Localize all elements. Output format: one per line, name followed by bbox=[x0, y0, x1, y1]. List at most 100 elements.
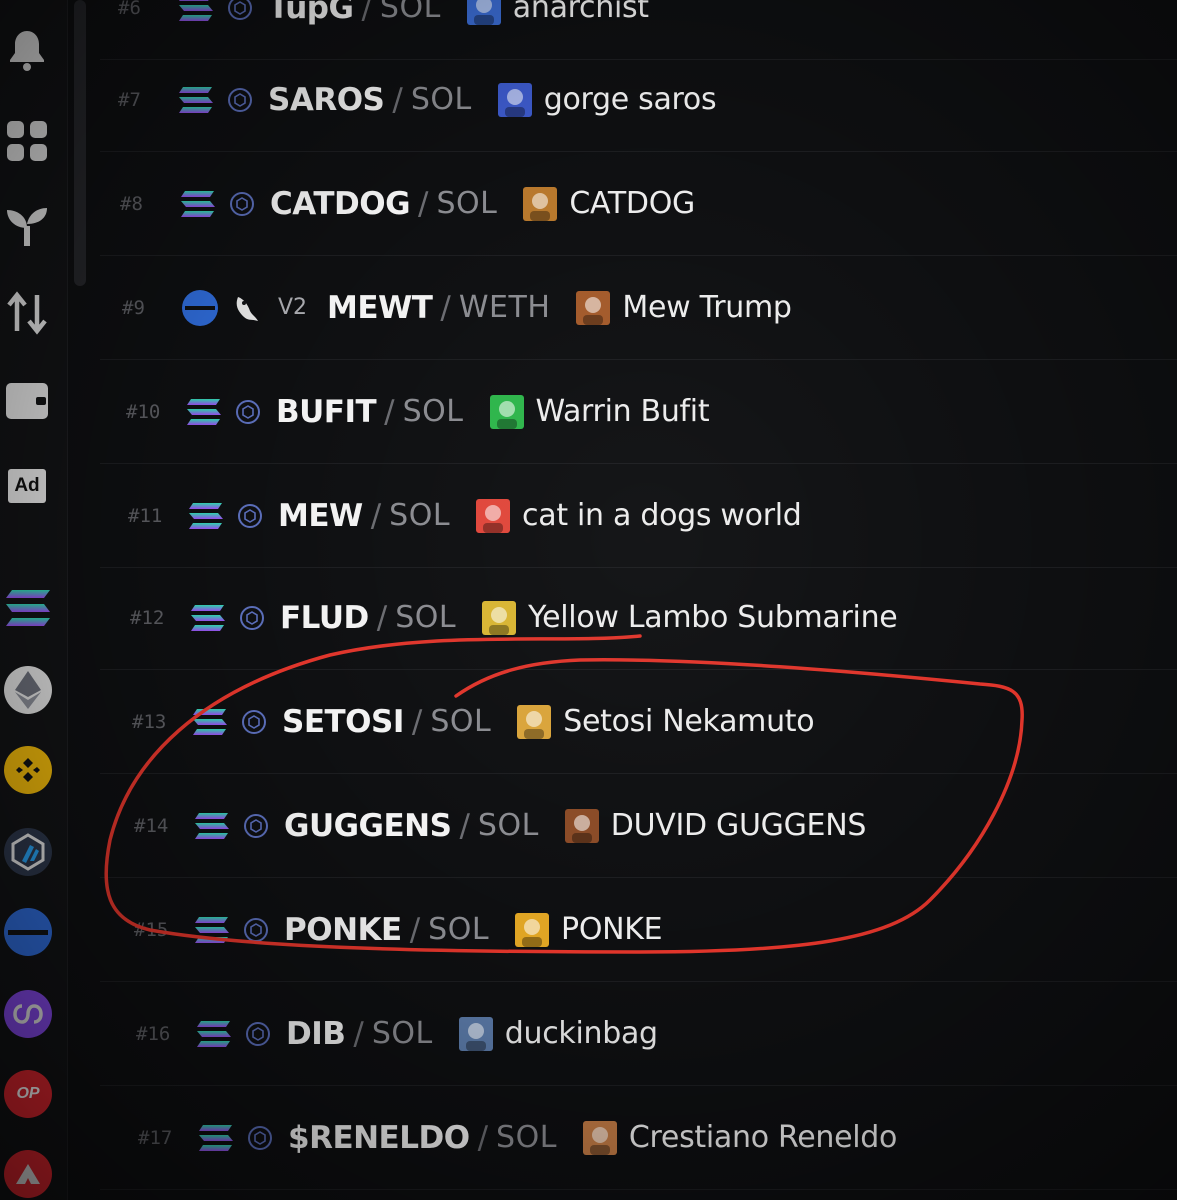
pair-separator: / bbox=[392, 81, 403, 118]
ad-icon[interactable]: Ad bbox=[4, 463, 50, 509]
quote-token-symbol: SOL bbox=[436, 186, 498, 221]
quote-token-symbol: SOL bbox=[477, 808, 539, 843]
base-chain-icon bbox=[182, 289, 218, 326]
pair-rank: #15 bbox=[134, 918, 169, 941]
solana-chain-icon bbox=[195, 916, 229, 943]
base-token-symbol: SAROS bbox=[268, 81, 385, 118]
polygon-icon[interactable] bbox=[4, 990, 52, 1038]
pair-row[interactable]: #10 BUFIT / SOL Warrin Bufit bbox=[100, 360, 1177, 464]
pair-rank: #12 bbox=[130, 606, 165, 629]
pair-rank: #8 bbox=[120, 192, 143, 215]
pair-rank: #14 bbox=[134, 814, 169, 837]
raydium-dex-icon bbox=[242, 709, 266, 734]
sprout-icon[interactable] bbox=[4, 202, 50, 248]
swap-arrows-icon[interactable] bbox=[4, 290, 50, 336]
quote-token-symbol: SOL bbox=[395, 600, 457, 635]
pair-row[interactable]: #16 DIB / SOL duckinbag bbox=[100, 982, 1177, 1086]
pair-list: #6 TupG / SOL anarchist #7 SAROS / SOL gorge saro… bbox=[100, 0, 1177, 1200]
grid-icon[interactable] bbox=[4, 118, 50, 164]
pair-separator: / bbox=[411, 703, 423, 740]
solana-chain-icon bbox=[179, 86, 213, 113]
pair-row[interactable]: #9 V2 MEWT / WETH Mew Trump bbox=[100, 256, 1177, 360]
pair-rank: #13 bbox=[132, 710, 167, 733]
pair-rank: #16 bbox=[136, 1022, 171, 1045]
optimism-icon[interactable]: OP bbox=[4, 1070, 52, 1118]
token-name: CATDOG bbox=[569, 186, 695, 221]
token-logo-icon bbox=[497, 82, 532, 117]
uniswap-icon bbox=[236, 296, 258, 321]
pair-rank: #7 bbox=[118, 88, 141, 111]
base-token-symbol: GUGGENS bbox=[284, 807, 452, 844]
base-icon[interactable] bbox=[4, 908, 52, 956]
quote-token-symbol: SOL bbox=[410, 82, 472, 117]
token-name: Mew Trump bbox=[622, 290, 792, 325]
raydium-dex-icon bbox=[228, 87, 252, 112]
pair-separator: / bbox=[477, 1119, 489, 1156]
token-name: Warrin Bufit bbox=[535, 394, 710, 429]
token-logo-icon bbox=[458, 1016, 493, 1051]
pair-row[interactable]: #12 FLUD / SOL Yellow Lambo Submarine bbox=[100, 566, 1177, 670]
pair-separator: / bbox=[418, 185, 429, 222]
base-token-symbol: SETOSI bbox=[282, 703, 404, 740]
pair-row[interactable]: #8 CATDOG / SOL CATDOG bbox=[100, 152, 1177, 256]
solana-chain-icon bbox=[197, 1020, 231, 1047]
token-name: gorge saros bbox=[543, 82, 717, 117]
pair-rank: #6 bbox=[118, 0, 141, 19]
base-token-symbol: BUFIT bbox=[276, 393, 377, 430]
raydium-dex-icon bbox=[230, 191, 254, 216]
raydium-dex-icon bbox=[244, 813, 268, 838]
raydium-dex-icon bbox=[244, 917, 268, 942]
bell-icon[interactable] bbox=[4, 27, 50, 73]
token-logo-icon bbox=[476, 498, 511, 533]
quote-token-symbol: SOL bbox=[402, 394, 464, 429]
pair-row[interactable]: #15 PONKE / SOL PONKE bbox=[100, 878, 1177, 982]
raydium-dex-icon bbox=[240, 605, 264, 630]
pair-row[interactable]: #13 SETOSI / SOL Setosi Nekamuto bbox=[100, 670, 1177, 774]
quote-token-symbol: SOL bbox=[430, 704, 492, 739]
pair-separator: / bbox=[440, 289, 451, 326]
token-logo-icon bbox=[576, 290, 611, 325]
base-token-symbol: DIB bbox=[286, 1015, 346, 1052]
solana-chain-icon bbox=[187, 398, 221, 425]
ad-label: Ad bbox=[8, 469, 46, 503]
token-name: Setosi Nekamuto bbox=[563, 704, 815, 739]
raydium-dex-icon bbox=[228, 0, 252, 20]
token-name: DUVID GUGGENS bbox=[610, 808, 867, 843]
token-name: anarchist bbox=[512, 0, 649, 25]
token-name: Crestiano Reneldo bbox=[628, 1120, 898, 1155]
pair-separator: / bbox=[384, 393, 395, 430]
quote-token-symbol: SOL bbox=[496, 1120, 557, 1155]
solana-icon[interactable] bbox=[4, 584, 52, 632]
pair-row[interactable]: #7 SAROS / SOL gorge saros bbox=[100, 48, 1177, 152]
sidebar: Ad OP bbox=[0, 0, 68, 1200]
quote-token-symbol: WETH bbox=[458, 290, 551, 325]
pair-rank: #17 bbox=[138, 1126, 173, 1149]
scrollbar-thumb[interactable] bbox=[74, 0, 86, 286]
pair-rank: #10 bbox=[126, 400, 161, 423]
base-token-symbol: FLUD bbox=[280, 599, 369, 636]
solana-chain-icon bbox=[195, 812, 229, 839]
token-logo-icon bbox=[489, 394, 524, 429]
token-name: duckinbag bbox=[504, 1016, 658, 1051]
pair-separator: / bbox=[409, 911, 421, 948]
base-token-symbol: CATDOG bbox=[270, 185, 411, 222]
optimism-label: OP bbox=[16, 1085, 40, 1102]
avalanche-icon[interactable] bbox=[4, 1150, 52, 1198]
wallet-icon[interactable] bbox=[4, 378, 50, 424]
quote-token-symbol: SOL bbox=[389, 498, 451, 533]
solana-chain-icon bbox=[191, 604, 225, 631]
token-name: cat in a dogs world bbox=[522, 498, 802, 533]
base-token-symbol: TupG bbox=[268, 0, 354, 26]
ethereum-icon[interactable] bbox=[4, 666, 52, 714]
bnb-icon[interactable] bbox=[4, 746, 52, 794]
raydium-dex-icon bbox=[238, 503, 262, 528]
raydium-dex-icon bbox=[248, 1125, 272, 1150]
arbitrum-icon[interactable] bbox=[4, 828, 52, 876]
pair-row[interactable]: #11 MEW / SOL cat in a dogs world bbox=[100, 464, 1177, 568]
pair-separator: / bbox=[370, 497, 382, 534]
solana-chain-icon bbox=[193, 708, 227, 735]
base-token-symbol: MEW bbox=[278, 497, 363, 534]
pair-row[interactable]: #14 GUGGENS / SOL DUVID GUGGENS bbox=[100, 774, 1177, 878]
base-token-symbol: $RENELDO bbox=[288, 1119, 470, 1156]
pair-row[interactable]: #17 $RENELDO / SOL Crestiano Reneldo bbox=[100, 1086, 1177, 1190]
